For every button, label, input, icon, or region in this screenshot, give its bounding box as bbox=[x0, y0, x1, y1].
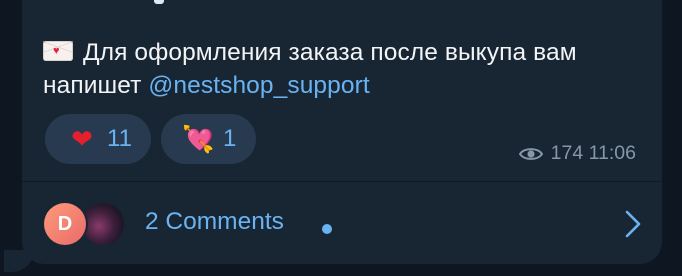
message-meta: 174 11:06 bbox=[518, 142, 636, 165]
reaction-count: 11 bbox=[107, 125, 132, 152]
comments-label: 2 Comments bbox=[145, 208, 284, 235]
reaction-heart[interactable]: ❤ 11 bbox=[45, 114, 151, 164]
eye-icon bbox=[518, 147, 543, 160]
reaction-count: 1 bbox=[223, 125, 237, 152]
cropped-glyph bbox=[154, 0, 164, 4]
envelope-with-heart-icon: ♥ bbox=[43, 41, 73, 61]
message-time: 11:06 bbox=[588, 142, 636, 164]
chevron-right-icon bbox=[625, 210, 641, 238]
message-text: ♥ Для оформления заказа после выкупа вам … bbox=[43, 36, 643, 102]
heart-with-arrow-icon: 💘 bbox=[182, 124, 215, 154]
comments-button[interactable]: D 2 Comments bbox=[22, 182, 662, 264]
mention-link[interactable]: @nestshop_support bbox=[148, 72, 369, 99]
avatar: D bbox=[44, 203, 86, 245]
unread-dot bbox=[322, 224, 332, 234]
view-count: 174 bbox=[550, 142, 584, 164]
red-heart-icon: ❤ bbox=[71, 124, 93, 154]
avatar bbox=[82, 203, 124, 245]
reaction-heart-arrow[interactable]: 💘 1 bbox=[161, 114, 256, 164]
